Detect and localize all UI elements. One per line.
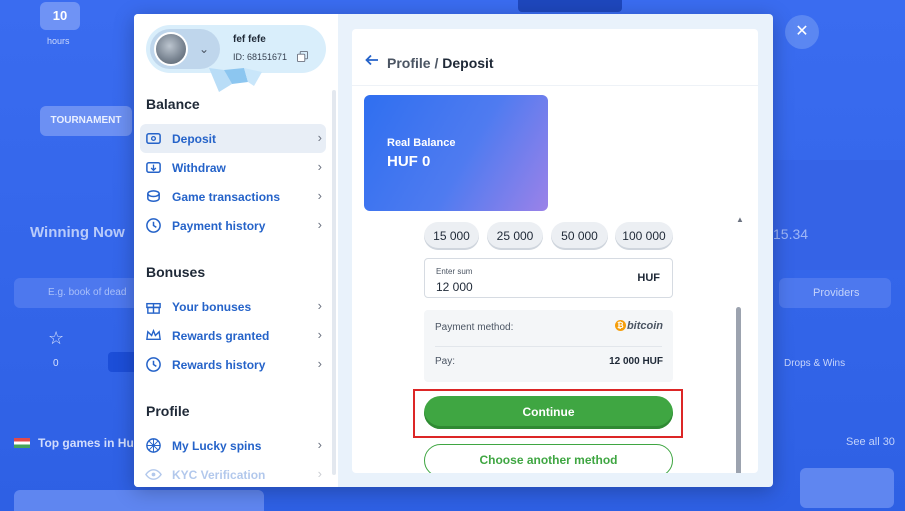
breadcrumb-profile[interactable]: Profile bbox=[387, 55, 431, 71]
providers-dropdown[interactable]: Providers bbox=[779, 278, 891, 308]
amount-chip[interactable]: 25 000 bbox=[487, 222, 543, 250]
sidebar-item-label: Payment history bbox=[172, 219, 266, 233]
sidebar-item-label: Rewards granted bbox=[172, 329, 270, 343]
sidebar-item-lucky-spins[interactable]: My Lucky spins › bbox=[140, 431, 326, 460]
avatar bbox=[154, 32, 188, 66]
timer-hours-label: hours bbox=[47, 36, 70, 46]
breadcrumb: Profile / Deposit bbox=[387, 55, 494, 71]
chevron-right-icon: › bbox=[317, 356, 322, 371]
currency-label: HUF bbox=[637, 272, 660, 284]
clock-icon bbox=[146, 218, 161, 233]
clock-icon bbox=[146, 357, 161, 372]
eye-icon bbox=[145, 469, 162, 480]
sum-input-value[interactable]: 12 000 bbox=[436, 280, 473, 294]
background-panel bbox=[772, 160, 905, 270]
scroll-up-arrow-icon[interactable]: ▲ bbox=[736, 215, 744, 224]
breadcrumb-separator: / bbox=[430, 55, 443, 71]
amount-chip[interactable]: 100 000 bbox=[615, 222, 673, 250]
avatar-switcher[interactable]: ⌄ bbox=[150, 29, 220, 69]
payment-summary: Payment method: ₿ bitcoin Pay: 12 000 HUF bbox=[424, 310, 673, 382]
pay-label: Pay: bbox=[435, 356, 456, 367]
chevron-right-icon: › bbox=[317, 466, 322, 481]
bonuses-section-title: Bonuses bbox=[146, 264, 206, 280]
top-games-title: Top games in Hu bbox=[38, 436, 134, 450]
chevron-right-icon: › bbox=[317, 327, 322, 342]
back-arrow-icon[interactable] bbox=[365, 53, 379, 67]
chevron-right-icon: › bbox=[317, 188, 322, 203]
content-scrollbar[interactable] bbox=[736, 307, 741, 473]
crown-icon bbox=[146, 328, 161, 340]
background-amount: 15.34 bbox=[773, 226, 809, 242]
sidebar-item-game-transactions[interactable]: Game transactions › bbox=[140, 182, 326, 211]
balance-value: HUF 0 bbox=[387, 153, 431, 170]
divider bbox=[435, 346, 662, 347]
sidebar-item-your-bonuses[interactable]: Your bonuses › bbox=[140, 292, 326, 321]
real-balance-card: Real Balance HUF 0 bbox=[364, 95, 548, 211]
deposit-panel: Profile / Deposit Real Balance HUF 0 ▲ 1… bbox=[352, 29, 758, 473]
chevron-right-icon: › bbox=[317, 437, 322, 452]
sidebar-item-label: Rewards history bbox=[172, 358, 266, 372]
winning-now-label: Winning Now bbox=[30, 224, 125, 241]
profile-modal: ⌄ fef fefe ID: 68151671 Balance Deposit … bbox=[134, 14, 773, 487]
bitcoin-icon: ₿ bbox=[614, 320, 626, 331]
star-icon: ☆ bbox=[48, 328, 65, 348]
sidebar-item-label: My Lucky spins bbox=[172, 439, 262, 453]
sum-input[interactable]: Enter sum 12 000 HUF bbox=[424, 258, 673, 298]
see-all-link[interactable]: See all 30 bbox=[846, 436, 895, 448]
chevron-down-icon[interactable]: ⌄ bbox=[192, 37, 216, 61]
pay-value: 12 000 HUF bbox=[609, 356, 663, 367]
coins-icon bbox=[147, 190, 160, 202]
chevron-right-icon: › bbox=[317, 298, 322, 313]
sidebar-item-label: KYC Verification bbox=[172, 468, 266, 482]
sidebar-item-label: Your bonuses bbox=[172, 300, 252, 314]
sidebar-scrollbar[interactable] bbox=[332, 90, 336, 475]
crystal-decoration-icon bbox=[209, 68, 262, 92]
favorites-count: 0 bbox=[53, 358, 59, 369]
drops-wins-label[interactable]: Drops & Wins bbox=[784, 358, 845, 369]
deposit-icon bbox=[146, 133, 161, 144]
profile-section-title: Profile bbox=[146, 403, 190, 419]
page-title: Deposit bbox=[442, 55, 494, 71]
sidebar-item-label: Game transactions bbox=[172, 190, 281, 204]
spins-icon bbox=[146, 438, 161, 453]
header-divider bbox=[352, 85, 758, 86]
payment-method-label: Payment method: bbox=[435, 322, 514, 333]
balance-label: Real Balance bbox=[387, 137, 456, 149]
sidebar-item-withdraw[interactable]: Withdraw › bbox=[140, 153, 326, 182]
sidebar-item-payment-history[interactable]: Payment history › bbox=[140, 211, 326, 240]
continue-button[interactable]: Continue bbox=[424, 396, 673, 429]
balance-section-title: Balance bbox=[146, 96, 200, 112]
timer-hours: 10 bbox=[40, 2, 80, 30]
chevron-right-icon: › bbox=[317, 217, 322, 232]
background-banner bbox=[518, 0, 622, 12]
user-id: ID: 68151671 bbox=[233, 52, 288, 62]
game-card[interactable] bbox=[800, 468, 894, 508]
amount-chip[interactable]: 50 000 bbox=[551, 222, 608, 250]
sum-input-label: Enter sum bbox=[436, 267, 473, 276]
choose-another-method-button[interactable]: Choose another method bbox=[424, 444, 673, 473]
payment-method-name: bitcoin bbox=[626, 320, 663, 332]
game-card[interactable] bbox=[14, 490, 264, 511]
copy-icon[interactable] bbox=[297, 51, 308, 62]
search-input[interactable]: E.g. book of dead bbox=[14, 278, 144, 308]
gift-icon bbox=[146, 302, 161, 314]
sidebar-item-kyc-verification[interactable]: KYC Verification › bbox=[140, 460, 326, 487]
bitcoin-logo: ₿ bitcoin bbox=[614, 320, 663, 332]
chevron-right-icon: › bbox=[317, 159, 322, 174]
chevron-right-icon: › bbox=[317, 130, 322, 145]
sidebar-item-rewards-granted[interactable]: Rewards granted › bbox=[140, 321, 326, 350]
sidebar-item-label: Withdraw bbox=[172, 161, 226, 175]
sidebar: ⌄ fef fefe ID: 68151671 Balance Deposit … bbox=[134, 14, 338, 487]
sidebar-item-rewards-history[interactable]: Rewards history › bbox=[140, 350, 326, 379]
close-icon[interactable]: ✕ bbox=[785, 15, 819, 49]
amount-chip[interactable]: 15 000 bbox=[424, 222, 479, 250]
withdraw-icon bbox=[146, 162, 161, 173]
sidebar-item-label: Deposit bbox=[172, 132, 217, 146]
user-name: fef fefe bbox=[233, 34, 266, 45]
tournament-button[interactable]: TOURNAMENT bbox=[40, 106, 132, 136]
sidebar-item-deposit[interactable]: Deposit › bbox=[140, 124, 326, 153]
